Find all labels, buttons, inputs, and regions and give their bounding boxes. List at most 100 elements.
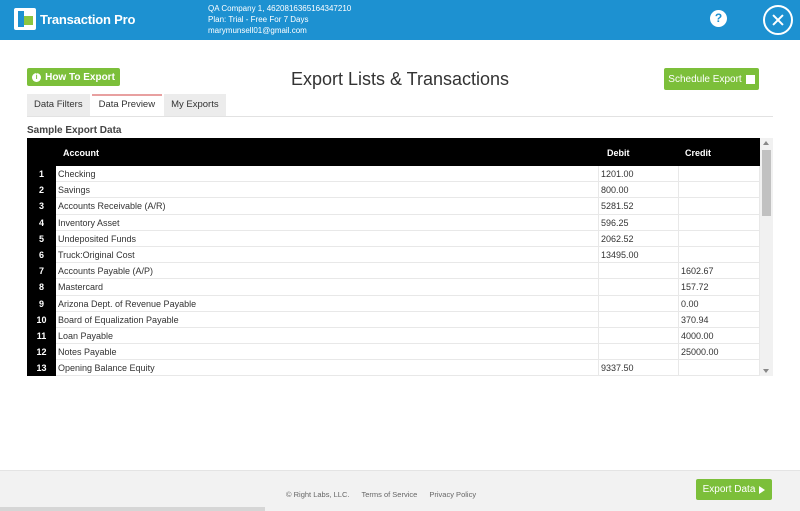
- logo-icon: [14, 8, 36, 30]
- top-header-bar: Transaction Pro QA Company 1, 4620816365…: [0, 0, 800, 40]
- row-number: 1: [27, 166, 56, 183]
- cell-credit: 157.72: [679, 279, 760, 296]
- table-row: 3 Accounts Receivable (A/R) 5281.52: [27, 198, 760, 215]
- cell-credit: [679, 360, 760, 376]
- cell-debit: 800.00: [599, 182, 679, 199]
- table-row: 11 Loan Payable 4000.00: [27, 327, 760, 345]
- cell-debit: [599, 295, 679, 312]
- row-number: 11: [27, 327, 56, 345]
- row-number: 7: [27, 263, 56, 280]
- cell-credit: [679, 230, 760, 247]
- section-label: Sample Export Data: [27, 125, 122, 136]
- info-icon: i: [32, 72, 42, 82]
- how-to-export-label: How To Export: [45, 71, 115, 83]
- cell-debit: [599, 344, 679, 361]
- cell-debit: 2062.52: [599, 230, 679, 247]
- scroll-thumb[interactable]: [762, 150, 771, 216]
- row-number: 5: [27, 230, 56, 247]
- cell-account: Savings: [56, 182, 599, 199]
- cell-account: Opening Balance Equity: [56, 360, 599, 376]
- tab-data-preview[interactable]: Data Preview: [91, 94, 163, 116]
- cell-account: Mastercard: [56, 279, 599, 296]
- app-logo: Transaction Pro: [14, 8, 135, 30]
- cell-account: Arizona Dept. of Revenue Payable: [56, 295, 599, 312]
- terms-link[interactable]: Terms of Service: [361, 490, 417, 499]
- cell-account: Truck:Original Cost: [56, 246, 599, 264]
- cell-credit: [679, 198, 760, 215]
- export-data-table: Account Debit Credit 1 Checking 1201.00 2 Sa…: [27, 138, 773, 376]
- table-row: 9 Arizona Dept. of Revenue Payable 0.00: [27, 295, 760, 312]
- column-header-credit: Credit: [685, 148, 712, 158]
- cell-credit: [679, 214, 760, 231]
- cell-debit: [599, 279, 679, 296]
- cell-debit: 5281.52: [599, 198, 679, 215]
- table-row: 5 Undeposited Funds 2062.52: [27, 230, 760, 247]
- user-email: marymunsell01@gmail.com: [208, 26, 307, 35]
- table-row: 7 Accounts Payable (A/P) 1602.67: [27, 263, 760, 280]
- table-scrollbar[interactable]: [760, 138, 773, 376]
- plan-line: Plan: Trial - Free For 7 Days: [208, 15, 309, 24]
- cell-account: Inventory Asset: [56, 214, 599, 231]
- cell-debit: 596.25: [599, 214, 679, 231]
- company-info: QA Company 1, 4620816365164347210 Plan: …: [208, 3, 351, 36]
- page-title: Export Lists & Transactions: [290, 69, 510, 89]
- tab-bar: Data Filters Data Preview My Exports: [27, 94, 228, 116]
- table-row: 10 Board of Equalization Payable 370.94: [27, 311, 760, 328]
- calendar-icon: [745, 74, 755, 84]
- table-row: 13 Opening Balance Equity 9337.50: [27, 360, 760, 376]
- tab-my-exports[interactable]: My Exports: [164, 94, 226, 116]
- cell-account: Loan Payable: [56, 327, 599, 345]
- cell-account: Undeposited Funds: [56, 230, 599, 247]
- table-body: 1 Checking 1201.00 2 Savings 800.00 3 Accounts …: [27, 166, 760, 376]
- table-row: 12 Notes Payable 25000.00: [27, 344, 760, 361]
- tab-divider: [27, 116, 773, 117]
- footer: © Right Labs, LLC. Terms of Service Priv…: [0, 470, 800, 511]
- column-header-account: Account: [63, 148, 99, 158]
- cell-debit: [599, 327, 679, 345]
- cell-credit: 4000.00: [679, 327, 760, 345]
- export-data-button[interactable]: Export Data: [696, 479, 772, 500]
- footer-links: © Right Labs, LLC. Terms of Service Priv…: [286, 490, 486, 499]
- cell-debit: [599, 311, 679, 328]
- cell-account: Notes Payable: [56, 344, 599, 361]
- cell-account: Accounts Payable (A/P): [56, 263, 599, 280]
- table-row: 1 Checking 1201.00: [27, 166, 760, 183]
- company-line: QA Company 1, 4620816365164347210: [208, 4, 352, 13]
- cell-debit: 1201.00: [599, 166, 679, 183]
- cell-account: Accounts Receivable (A/R): [56, 198, 599, 215]
- app-name: Transaction Pro: [40, 11, 136, 27]
- row-number: 4: [27, 214, 56, 231]
- arrow-right-icon: [759, 485, 766, 494]
- row-number: 13: [27, 360, 56, 376]
- close-icon[interactable]: [763, 5, 793, 35]
- cell-credit: 370.94: [679, 311, 760, 328]
- cell-debit: 9337.50: [599, 360, 679, 376]
- privacy-link[interactable]: Privacy Policy: [429, 490, 476, 499]
- cell-credit: 1602.67: [679, 263, 760, 280]
- row-number: 8: [27, 279, 56, 296]
- cell-credit: [679, 246, 760, 264]
- row-number: 12: [27, 344, 56, 361]
- row-number: 2: [27, 182, 56, 199]
- bottom-scrollbar[interactable]: [0, 507, 265, 511]
- scroll-down-icon[interactable]: [763, 369, 769, 373]
- table-header: Account Debit Credit: [27, 138, 760, 166]
- how-to-export-button[interactable]: i How To Export: [27, 68, 120, 86]
- export-data-label: Export Data: [702, 484, 756, 495]
- tab-data-filters[interactable]: Data Filters: [27, 94, 90, 116]
- row-number: 10: [27, 311, 56, 328]
- column-header-debit: Debit: [607, 148, 630, 158]
- schedule-export-button[interactable]: Schedule Export: [664, 68, 759, 90]
- table-row: 4 Inventory Asset 596.25: [27, 214, 760, 231]
- cell-debit: 13495.00: [599, 246, 679, 264]
- scroll-up-icon[interactable]: [763, 141, 769, 145]
- row-number: 9: [27, 295, 56, 312]
- cell-credit: [679, 182, 760, 199]
- table-row: 8 Mastercard 157.72: [27, 279, 760, 296]
- cell-credit: [679, 166, 760, 183]
- table-row: 2 Savings 800.00: [27, 182, 760, 199]
- copyright-text: © Right Labs, LLC.: [286, 490, 350, 499]
- row-number: 3: [27, 198, 56, 215]
- help-icon[interactable]: ?: [710, 10, 727, 27]
- schedule-export-label: Schedule Export: [668, 73, 742, 85]
